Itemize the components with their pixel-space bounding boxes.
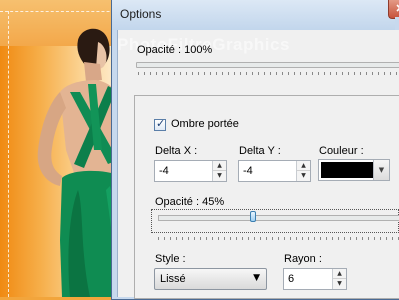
color-label: Couleur : (319, 145, 364, 157)
chevron-down-icon: ▼ (253, 273, 260, 283)
delta-x-spinbox[interactable]: -4 ▲ ▼ (154, 160, 227, 182)
layer-opacity-slider[interactable] (136, 62, 399, 68)
shadow-opacity-slider[interactable] (151, 209, 399, 233)
checkmark-icon: ✓ (156, 117, 166, 130)
style-selected-value: Lissé (160, 273, 186, 285)
delta-y-value: -4 (243, 165, 253, 177)
chevron-up-icon[interactable]: ▲ (333, 269, 346, 279)
layer-opacity-label: Opacité : 100% (137, 44, 213, 56)
close-icon (396, 4, 399, 12)
shadow-opacity-thumb[interactable] (250, 211, 256, 222)
radius-spin-arrows: ▲ ▼ (332, 269, 346, 289)
drop-shadow-label: Ombre portée (171, 118, 239, 130)
color-dropdown-button[interactable]: ▼ (373, 160, 389, 180)
layer-opacity-ticks (138, 72, 399, 75)
chevron-up-icon[interactable]: ▲ (213, 161, 226, 171)
color-picker-combo[interactable]: ▼ (318, 159, 390, 181)
radius-value: 6 (288, 273, 295, 285)
radius-spinbox[interactable]: 6 ▲ ▼ (283, 268, 347, 290)
dialog-titlebar[interactable]: Options (112, 0, 399, 30)
chevron-up-icon[interactable]: ▲ (297, 161, 310, 171)
chevron-down-icon[interactable]: ▼ (333, 279, 346, 289)
delta-y-spin-arrows: ▲ ▼ (296, 161, 310, 181)
chevron-down-icon: ▼ (378, 166, 385, 174)
style-label: Style : (155, 253, 186, 265)
delta-y-spinbox[interactable]: -4 ▲ ▼ (238, 160, 311, 182)
shadow-opacity-ticks (158, 237, 399, 240)
dialog-title: Options (120, 7, 162, 21)
delta-x-spin-arrows: ▲ ▼ (212, 161, 226, 181)
style-dropdown[interactable]: Lissé ▼ (154, 268, 267, 290)
delta-x-value: -4 (159, 165, 169, 177)
radius-label: Rayon : (284, 253, 322, 265)
chevron-down-icon[interactable]: ▼ (297, 171, 310, 181)
drop-shadow-checkbox[interactable]: ✓ (154, 117, 166, 131)
shadow-opacity-label: Opacité : 45% (155, 196, 225, 208)
delta-y-label: Delta Y : (239, 145, 281, 157)
delta-x-label: Delta X : (155, 145, 198, 157)
color-swatch (321, 162, 373, 178)
shadow-opacity-track (158, 215, 399, 221)
chevron-down-icon[interactable]: ▼ (213, 171, 226, 181)
